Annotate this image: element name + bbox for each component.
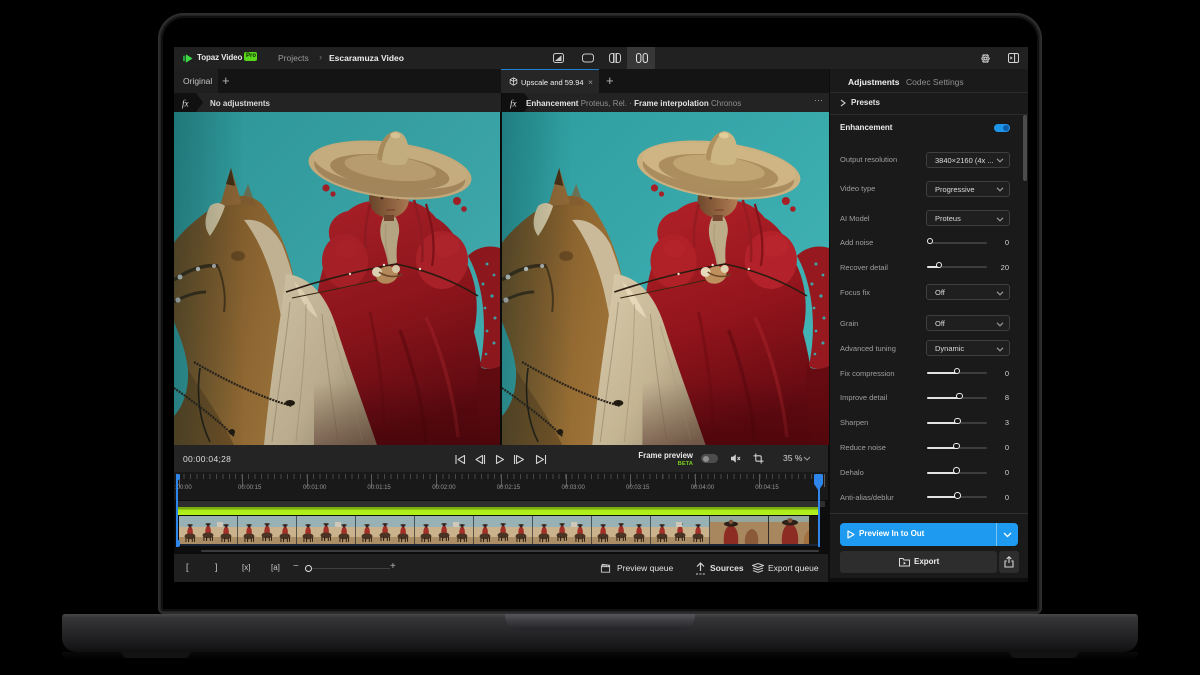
svg-text:fx: fx bbox=[510, 99, 517, 109]
svg-text:fx: fx bbox=[182, 99, 189, 109]
